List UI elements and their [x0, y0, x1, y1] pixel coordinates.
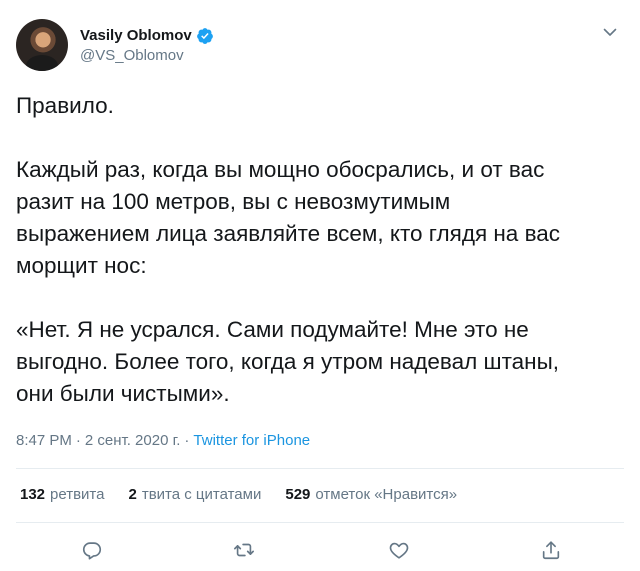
reply-icon[interactable]: [81, 539, 103, 561]
divider: [16, 522, 624, 523]
avatar[interactable]: [16, 18, 68, 71]
tweet-source-link[interactable]: Twitter for iPhone: [193, 432, 310, 449]
name-row: Vasily Oblomov: [80, 26, 214, 46]
divider: [16, 468, 624, 469]
tweet-text: Правило. Каждый раз, когда вы мощно обос…: [16, 93, 561, 406]
heart-icon[interactable]: [388, 539, 410, 561]
tweet-meta: 8:47 PM · 2 сент. 2020 г. · Twitter for …: [16, 432, 310, 449]
share-icon[interactable]: [540, 539, 562, 561]
likes-stat[interactable]: 529 отметок «Нравится»: [285, 486, 457, 503]
tweet-time[interactable]: 8:47 PM: [16, 432, 72, 449]
quotes-stat[interactable]: 2 твита с цитатами: [128, 486, 261, 503]
author-display-name[interactable]: Vasily Oblomov: [80, 27, 192, 44]
likes-count: 529: [285, 486, 311, 503]
quotes-label: твита с цитатами: [141, 486, 262, 503]
tweet-header: Vasily Oblomov @VS_Oblomov: [16, 17, 214, 72]
meta-separator: ·: [184, 432, 190, 449]
retweets-stat[interactable]: 132 ретвита: [20, 486, 104, 503]
retweet-icon[interactable]: [233, 539, 255, 561]
tweet-date[interactable]: 2 сент. 2020 г.: [85, 432, 181, 449]
tweet-actions: [0, 537, 640, 563]
verified-badge-icon: [196, 27, 214, 45]
author-names: Vasily Oblomov @VS_Oblomov: [80, 26, 214, 64]
chevron-down-icon[interactable]: [602, 24, 618, 40]
quotes-count: 2: [128, 486, 137, 503]
tweet-card: Vasily Oblomov @VS_Oblomov Правило. Кажд…: [0, 0, 640, 571]
author-handle[interactable]: @VS_Oblomov: [80, 47, 214, 64]
retweets-count: 132: [20, 486, 46, 503]
retweets-label: ретвита: [50, 486, 105, 503]
tweet-stats: 132 ретвита 2 твита с цитатами 529 отмет…: [20, 486, 481, 503]
meta-separator: ·: [75, 432, 81, 449]
likes-label: отметок «Нравится»: [315, 486, 458, 503]
